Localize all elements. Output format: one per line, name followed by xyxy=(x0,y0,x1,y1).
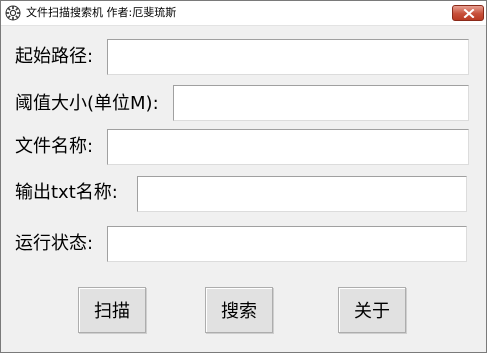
output-txt-input[interactable] xyxy=(137,176,467,212)
search-button[interactable]: 搜索 xyxy=(205,287,273,333)
title-bar: 文件扫描搜索机 作者:厄斐琉斯 xyxy=(1,1,486,26)
app-window: 文件扫描搜索机 作者:厄斐琉斯 起始路径: 阈值大小(单位M): 文件名称: 输… xyxy=(0,0,487,353)
threshold-input[interactable] xyxy=(173,85,469,121)
close-icon xyxy=(463,9,475,18)
run-status-field[interactable] xyxy=(107,226,467,262)
start-path-label: 起始路径: xyxy=(15,46,94,67)
filename-input[interactable] xyxy=(107,129,469,165)
start-path-input[interactable] xyxy=(107,39,469,75)
threshold-label: 阈值大小(单位M): xyxy=(15,93,159,114)
window-title: 文件扫描搜索机 作者:厄斐琉斯 xyxy=(26,6,177,19)
run-status-label: 运行状态: xyxy=(15,233,94,254)
close-button[interactable] xyxy=(452,5,484,21)
filename-label: 文件名称: xyxy=(15,136,94,157)
output-txt-label: 输出txt名称: xyxy=(15,182,118,203)
scan-button[interactable]: 扫描 xyxy=(78,287,146,333)
gear-icon xyxy=(5,5,21,21)
about-button[interactable]: 关于 xyxy=(338,287,406,333)
